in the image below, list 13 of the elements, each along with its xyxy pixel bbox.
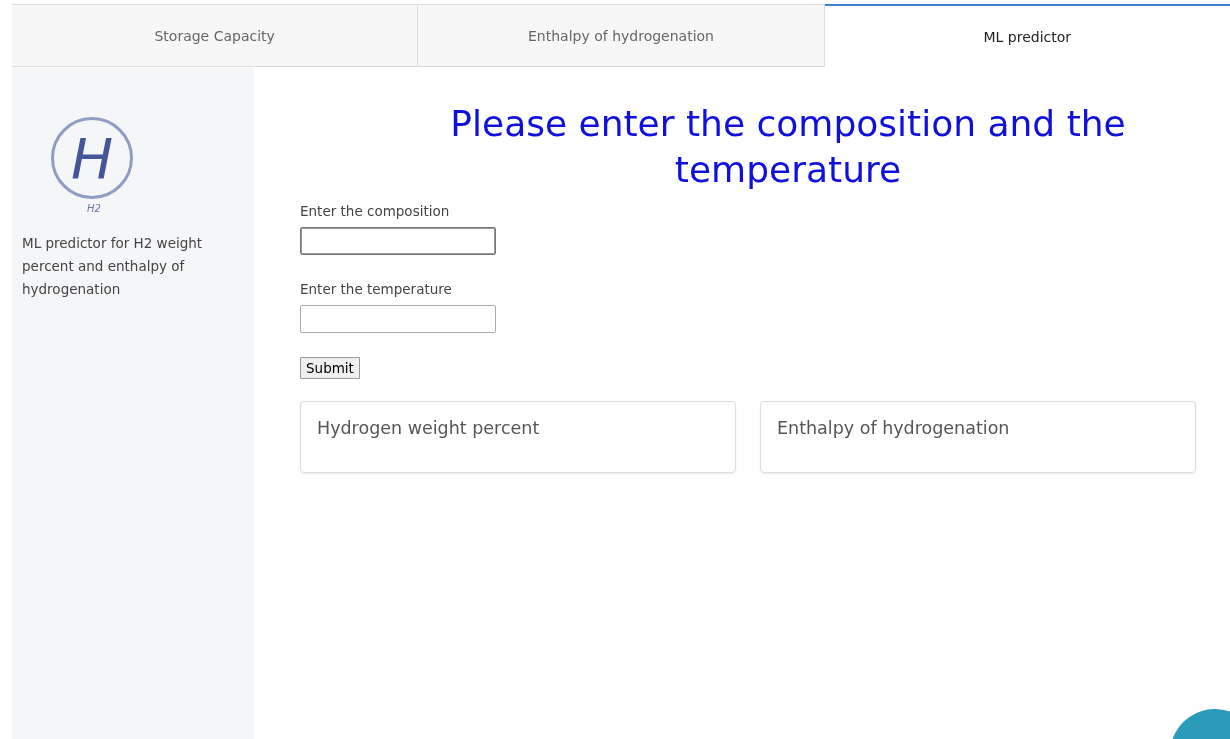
app-description: ML predictor for H2 weight percent and enthalpy of hydrogenation xyxy=(22,234,204,299)
result-card: Hydrogen weight percent xyxy=(300,401,736,473)
tab[interactable]: Storage Capacity xyxy=(12,4,419,67)
result-card: Enthalpy of hydrogenation xyxy=(760,401,1196,473)
submit-button[interactable]: Submit xyxy=(300,357,360,379)
input-field[interactable] xyxy=(300,227,496,255)
page-heading: Please enter the composition and the temperature xyxy=(449,102,1127,192)
tab[interactable]: Enthalpy of hydrogenation xyxy=(418,4,825,67)
logo-icon: H xyxy=(51,117,133,199)
input-field[interactable] xyxy=(300,305,496,333)
field-label: Enter the composition xyxy=(300,203,451,219)
logo-caption: H2 xyxy=(87,203,101,214)
field-label: Enter the temperature xyxy=(300,281,453,297)
